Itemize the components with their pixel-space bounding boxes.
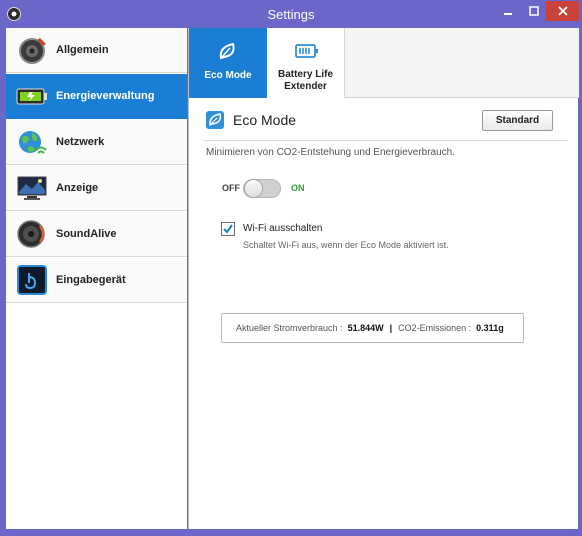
checkmark-icon <box>223 224 233 234</box>
divider <box>203 140 567 141</box>
wifi-off-description: Schaltet Wi-Fi aus, wenn der Eco Mode ak… <box>243 240 449 250</box>
tab-battery-life-extender[interactable]: Battery Life Extender <box>267 28 345 98</box>
tab-strip: Eco Mode Battery Life Extender <box>189 28 579 98</box>
sidebar-item-anzeige[interactable]: Anzeige <box>6 166 187 211</box>
sidebar-item-label: Anzeige <box>56 182 99 194</box>
minimize-button[interactable] <box>495 1 520 21</box>
tab-label-line2: Extender <box>284 81 327 92</box>
sidebar-item-allgemein[interactable]: Allgemein <box>6 28 187 73</box>
minimize-icon <box>503 13 512 15</box>
close-button[interactable] <box>546 1 579 21</box>
tab-label-line1: Battery Life <box>277 69 333 80</box>
wifi-off-label[interactable]: Wi-Fi ausschalten <box>243 223 322 234</box>
tab-label: Battery Life Extender <box>278 69 333 93</box>
battery-icon <box>16 80 48 112</box>
sidebar-item-soundalive[interactable]: SoundAlive <box>6 212 187 257</box>
maximize-icon <box>528 6 539 16</box>
standard-button[interactable]: Standard <box>482 110 553 131</box>
title-bar[interactable]: Settings <box>0 0 582 28</box>
sidebar-item-label: Allgemein <box>56 44 109 56</box>
wifi-off-checkbox[interactable] <box>221 222 235 236</box>
sidebar: Allgemein Energieverwaltung Netzwerk Anz… <box>6 28 187 529</box>
sidebar-item-label: SoundAlive <box>56 228 117 240</box>
sidebar-item-label: Eingabegerät <box>56 274 126 286</box>
toggle-on-label: ON <box>291 183 305 193</box>
sidebar-item-label: Netzwerk <box>56 136 105 148</box>
toggle-knob[interactable] <box>244 179 263 198</box>
speaker-gear-icon <box>16 34 48 66</box>
tab-label: Eco Mode <box>204 70 252 81</box>
sidebar-item-label: Energieverwaltung <box>56 90 155 102</box>
eco-leaf-icon <box>206 111 224 129</box>
sidebar-item-eingabegeraet[interactable]: Eingabegerät <box>6 258 187 303</box>
maximize-button[interactable] <box>521 1 546 21</box>
power-label: Aktueller Stromverbrauch : <box>236 323 343 333</box>
eco-mode-toggle[interactable] <box>243 179 281 198</box>
eco-description: Minimieren von CO2-Entstehung und Energi… <box>206 147 456 158</box>
toggle-off-label: OFF <box>222 183 240 193</box>
sidebar-item-energieverwaltung[interactable]: Energieverwaltung <box>6 74 187 119</box>
globe-wifi-icon <box>16 126 48 158</box>
co2-value: 0.311g <box>476 323 504 333</box>
settings-window: Settings Allgemein Energieverwaltung Net… <box>0 0 582 536</box>
power-value: 51.844W <box>347 323 384 333</box>
main-panel: Eco Mode Battery Life Extender Eco Mode … <box>188 28 579 529</box>
tab-eco-mode[interactable]: Eco Mode <box>189 28 267 98</box>
page-title: Eco Mode <box>233 112 297 128</box>
stats-separator: | <box>389 323 393 333</box>
touchpad-icon <box>16 264 48 296</box>
close-icon <box>557 6 568 16</box>
leaf-icon <box>216 41 240 61</box>
power-stats-box: Aktueller Stromverbrauch : 51.844W | CO2… <box>221 313 524 343</box>
speaker-icon <box>16 218 48 250</box>
sidebar-item-netzwerk[interactable]: Netzwerk <box>6 120 187 165</box>
co2-label: CO2-Emissionen : <box>398 323 472 333</box>
battery-extender-icon <box>294 41 318 61</box>
monitor-icon <box>16 172 48 204</box>
